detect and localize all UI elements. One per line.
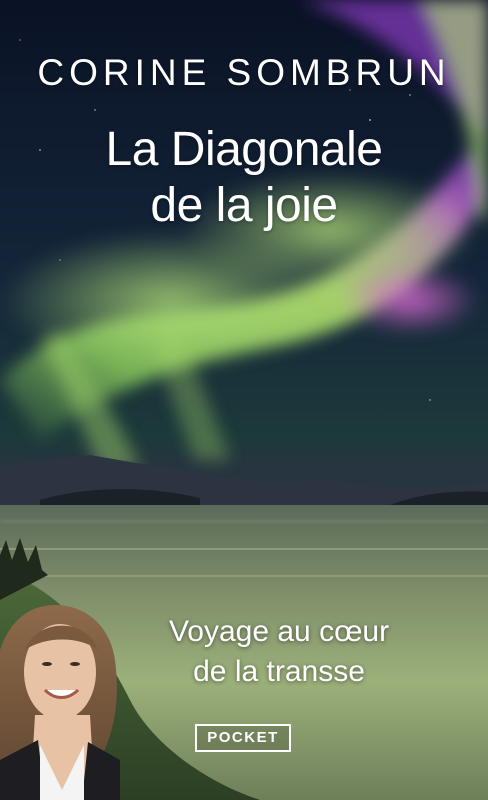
author-name: CORINE SOMBRUN xyxy=(37,52,451,93)
book-cover: CORINE SOMBRUN La Diagonale de la joie V… xyxy=(0,0,488,800)
title-line-1: La Diagonale xyxy=(105,123,383,176)
subtitle-line-2: de la transse xyxy=(193,655,365,688)
subtitle-line-1: Voyage au cœur xyxy=(168,615,390,648)
book-subtitle: Voyage au cœur de la transse xyxy=(70,612,488,692)
book-title: La Diagonale de la joie xyxy=(0,122,488,234)
publisher-logo: POCKET xyxy=(195,724,291,752)
title-line-2: de la joie xyxy=(150,179,338,232)
